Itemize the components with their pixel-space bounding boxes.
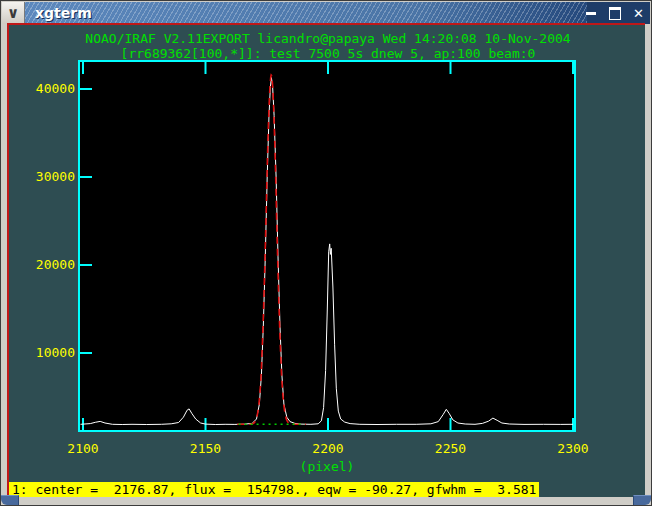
svg-text:20000: 20000 (36, 257, 75, 272)
window-menu-button[interactable]: ∨ (2, 2, 25, 24)
minimize-button[interactable] (582, 5, 599, 22)
maximize-icon (609, 7, 621, 20)
status-bar: 1: center = 2176.87, flux = 154798., eqw… (9, 482, 539, 497)
xgterm-window: ∨ xgterm ✕ NOAO/IRAF V2.11EXPORT licandr… (0, 0, 652, 506)
title-bar[interactable]: ∨ xgterm ✕ (2, 2, 650, 24)
window-controls: ✕ (582, 2, 647, 24)
title-bar-stripes (25, 2, 587, 24)
svg-text:2150: 2150 (190, 441, 221, 456)
close-button[interactable]: ✕ (630, 5, 647, 22)
minimize-icon (586, 12, 596, 15)
svg-text:(pixel): (pixel) (300, 459, 355, 474)
svg-text:2250: 2250 (435, 441, 466, 456)
svg-text:2300: 2300 (557, 441, 588, 456)
svg-text:2200: 2200 (312, 441, 343, 456)
terminal-content: NOAO/IRAF V2.11EXPORT licandro@papaya We… (7, 23, 645, 497)
svg-text:2100: 2100 (67, 441, 98, 456)
chevron-down-icon: ∨ (7, 4, 19, 22)
resize-grip-left[interactable] (1, 495, 19, 505)
close-icon: ✕ (633, 6, 644, 21)
spectrum-plot: 2100 2150 2200 2250 2300 10000 20000 30000 40000… (9, 25, 647, 499)
svg-text:10000: 10000 (36, 345, 75, 360)
svg-text:30000: 30000 (36, 169, 75, 184)
resize-grip-right[interactable] (633, 495, 651, 505)
maximize-button[interactable] (606, 5, 623, 22)
svg-text:40000: 40000 (36, 81, 75, 96)
window-title: xgterm (35, 5, 92, 21)
